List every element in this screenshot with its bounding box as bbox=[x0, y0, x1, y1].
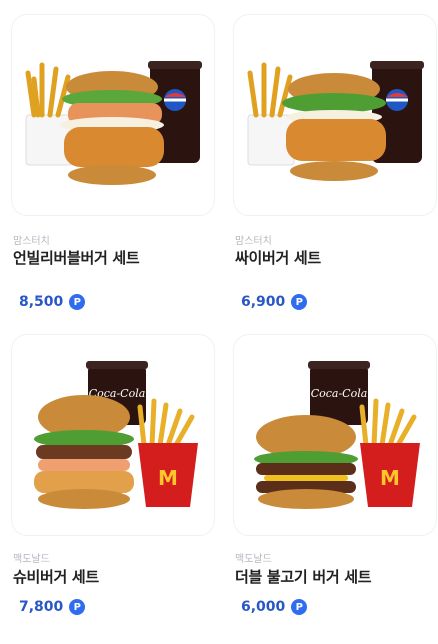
product-brand: 맘스터치 bbox=[13, 236, 50, 247]
product-image[interactable]: Coca-Cola M bbox=[233, 334, 437, 536]
point-icon: P bbox=[291, 294, 308, 310]
price-row: 8,500 P bbox=[19, 294, 86, 310]
product-brand: 맥도날드 bbox=[13, 554, 50, 565]
price-row: 7,800 P bbox=[19, 599, 86, 615]
product-grid: 맘스터치 언빌리버블버거 세트 8,500 P 맘스터치 싸이버거 세트 6,9… bbox=[0, 0, 438, 644]
product-name: 슈비버거 세트 bbox=[13, 568, 99, 586]
product-image[interactable] bbox=[11, 14, 215, 216]
price-row: 6,000 P bbox=[241, 599, 308, 615]
burger-set-illustration: Coca-Cola M bbox=[34, 361, 198, 509]
product-image[interactable] bbox=[233, 14, 437, 216]
product-card[interactable]: Coca-Cola M 맥도날드 더블 불고기 버거 세트 6,000 P bbox=[233, 334, 437, 634]
price-row: 6,900 P bbox=[241, 294, 308, 310]
point-icon: P bbox=[291, 599, 308, 615]
product-price: 7,800 bbox=[19, 599, 64, 615]
burger-set-illustration bbox=[25, 61, 202, 185]
product-name: 더블 불고기 버거 세트 bbox=[235, 568, 372, 586]
point-icon: P bbox=[69, 599, 86, 615]
product-name: 언빌리버블버거 세트 bbox=[13, 249, 140, 267]
product-price: 8,500 bbox=[19, 294, 64, 310]
product-brand: 맥도날드 bbox=[235, 554, 272, 565]
svg-text:M: M bbox=[380, 466, 400, 490]
product-card[interactable]: 맘스터치 언빌리버블버거 세트 8,500 P bbox=[11, 14, 215, 314]
point-icon: P bbox=[69, 294, 86, 310]
svg-text:Coca-Cola: Coca-Cola bbox=[311, 387, 368, 400]
product-card[interactable]: Coca-Cola M 맥도날드 슈비버거 세트 7,800 P bbox=[11, 334, 215, 634]
product-card[interactable]: 맘스터치 싸이버거 세트 6,900 P bbox=[233, 14, 437, 314]
product-price: 6,900 bbox=[241, 294, 286, 310]
burger-set-illustration bbox=[247, 61, 424, 181]
product-price: 6,000 bbox=[241, 599, 286, 615]
product-image[interactable]: Coca-Cola M bbox=[11, 334, 215, 536]
product-brand: 맘스터치 bbox=[235, 236, 272, 247]
product-name: 싸이버거 세트 bbox=[235, 249, 321, 267]
burger-set-illustration: Coca-Cola M bbox=[254, 361, 420, 509]
svg-text:M: M bbox=[158, 466, 178, 490]
